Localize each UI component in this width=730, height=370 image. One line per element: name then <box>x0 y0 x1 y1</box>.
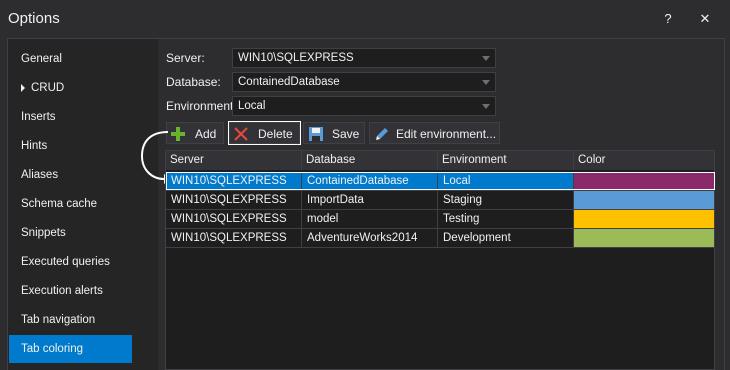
column-header-server[interactable]: Server <box>166 151 302 170</box>
cell-color-swatch[interactable] <box>574 229 714 248</box>
cell-database: AdventureWorks2014 <box>302 229 438 248</box>
server-label: Server: <box>166 51 205 65</box>
database-value: ContainedDatabase <box>238 76 340 88</box>
expand-arrow-icon[interactable] <box>21 83 25 92</box>
cell-database: ImportData <box>302 191 438 210</box>
edit-environment-label: Edit environment... <box>396 127 497 141</box>
help-button[interactable]: ? <box>660 11 676 26</box>
sidebar-item-tab-coloring[interactable]: Tab coloring <box>9 335 132 363</box>
environment-label: Environment: <box>166 99 237 113</box>
sidebar-item-aliases[interactable]: Aliases <box>9 161 132 189</box>
cell-database: model <box>302 210 438 229</box>
chevron-down-icon[interactable] <box>482 104 490 109</box>
sidebar-item-label: CRUD <box>31 82 65 94</box>
environment-combo[interactable]: Local <box>232 96 496 116</box>
cell-color-swatch[interactable] <box>574 210 714 229</box>
sidebar-item-tab-navigation[interactable]: Tab navigation <box>9 306 132 334</box>
table-row[interactable]: WIN10\SQLEXPRESS model Testing <box>166 210 714 229</box>
close-button[interactable]: ✕ <box>697 11 713 27</box>
edit-environment-button[interactable]: Edit environment... <box>369 122 500 144</box>
cell-server: WIN10\SQLEXPRESS <box>166 191 302 210</box>
table-row[interactable]: WIN10\SQLEXPRESS AdventureWorks2014 Deve… <box>166 229 714 248</box>
cell-server: WIN10\SQLEXPRESS <box>166 229 302 248</box>
save-label: Save <box>332 127 360 141</box>
sidebar-item-crud[interactable]: CRUD <box>9 74 132 102</box>
save-button[interactable]: Save <box>303 122 365 144</box>
cell-server: WIN10\SQLEXPRESS <box>166 210 302 229</box>
server-value: WIN10\SQLEXPRESS <box>238 52 354 64</box>
cell-color-swatch[interactable] <box>574 191 714 210</box>
save-disk-icon <box>309 127 323 141</box>
window-title: Options <box>8 10 60 27</box>
sidebar-item-general[interactable]: General <box>9 45 132 73</box>
cell-color-swatch[interactable] <box>574 172 714 191</box>
pencil-icon <box>376 128 388 140</box>
cell-environment: Development <box>438 229 574 248</box>
sidebar-item-hints[interactable]: Hints <box>9 132 132 160</box>
environment-value: Local <box>238 100 266 112</box>
database-label: Database: <box>166 75 221 89</box>
chevron-down-icon[interactable] <box>482 80 490 85</box>
table-row[interactable]: WIN10\SQLEXPRESS ContainedDatabase Local <box>166 172 714 191</box>
delete-label: Delete <box>258 127 293 141</box>
title-bar: Options ? ✕ <box>0 0 730 38</box>
column-header-database[interactable]: Database <box>302 151 438 170</box>
cell-environment: Local <box>438 172 574 191</box>
cell-environment: Staging <box>438 191 574 210</box>
cell-environment: Testing <box>438 210 574 229</box>
cell-server: WIN10\SQLEXPRESS <box>166 172 302 191</box>
chevron-down-icon[interactable] <box>482 56 490 61</box>
delete-button[interactable]: Delete <box>229 122 300 144</box>
add-button[interactable]: Add <box>166 122 224 144</box>
sidebar-item-execution-alerts[interactable]: Execution alerts <box>9 277 132 305</box>
column-header-environment[interactable]: Environment <box>438 151 574 170</box>
plus-icon <box>171 127 185 141</box>
delete-x-icon <box>234 127 248 141</box>
sidebar-item-executed-queries[interactable]: Executed queries <box>9 248 132 276</box>
sidebar-item-inserts[interactable]: Inserts <box>9 103 132 131</box>
server-combo[interactable]: WIN10\SQLEXPRESS <box>232 48 496 68</box>
cell-database: ContainedDatabase <box>302 172 438 191</box>
database-combo[interactable]: ContainedDatabase <box>232 72 496 92</box>
add-label: Add <box>195 127 217 141</box>
table-row[interactable]: WIN10\SQLEXPRESS ImportData Staging <box>166 191 714 210</box>
column-header-color[interactable]: Color <box>574 151 714 170</box>
sidebar-item-snippets[interactable]: Snippets <box>9 219 132 247</box>
sidebar-item-schema-cache[interactable]: Schema cache <box>9 190 132 218</box>
